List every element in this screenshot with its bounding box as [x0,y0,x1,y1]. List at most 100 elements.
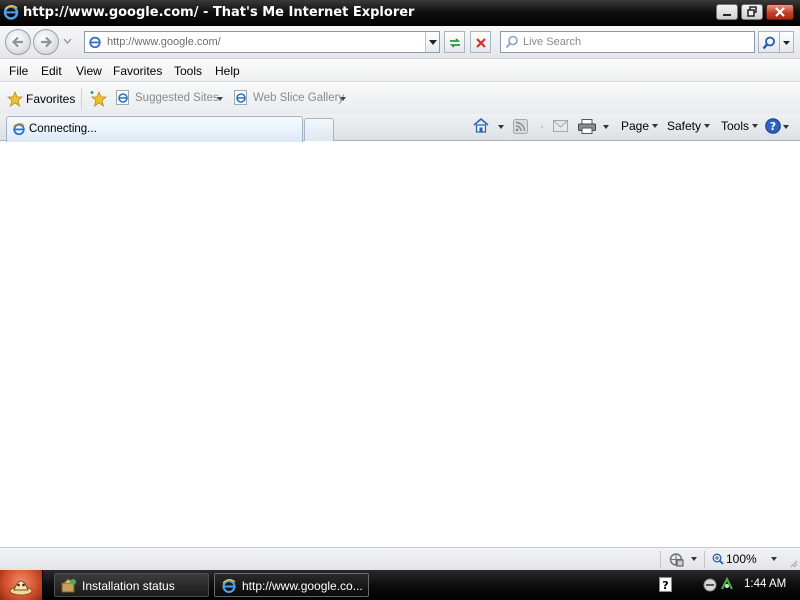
menu-bar: File Edit View Favorites Tools Help [0,60,800,82]
home-dropdown[interactable] [498,125,504,129]
tools-menu-button[interactable]: Tools [721,119,759,133]
star-icon [6,90,24,110]
safety-menu-button[interactable]: Safety [667,119,711,133]
navigation-bar: http://www.google.com/ Live Search [0,26,800,59]
title-bar[interactable]: http://www.google.com/ - That's Me Inter… [0,0,800,26]
protected-mode-icon [669,553,684,567]
start-button[interactable] [0,570,43,600]
safety-menu-label: Safety [667,119,702,133]
refresh-icon [449,38,460,48]
web-slice-gallery-label: Web Slice Gallery [253,92,345,104]
page-icon [88,35,102,52]
resize-grip-icon[interactable] [788,558,798,568]
help-button[interactable]: ? [765,118,781,137]
zoom-icon [712,553,724,568]
print-icon [578,119,596,134]
page-menu-label: Page [621,119,650,133]
window-title: http://www.google.com/ - That's Me Inter… [23,5,415,20]
print-button[interactable] [578,119,596,137]
ie-page-icon [116,90,130,108]
add-to-favorites-bar-button[interactable] [90,90,108,110]
protected-mode-dropdown[interactable] [691,557,697,561]
menu-help[interactable]: Help [215,64,240,78]
menu-favorites[interactable]: Favorites [113,64,162,78]
favorites-bar: Favorites Suggested Sites Web Slice Gall… [0,83,800,114]
chevron-down-icon [652,124,659,128]
svg-text:?: ? [662,579,668,592]
menu-tools[interactable]: Tools [174,64,202,78]
taskbar-item-internet-explorer[interactable]: http://www.google.co... [214,573,369,597]
back-arrow-icon [11,36,23,48]
stop-icon [475,38,486,48]
read-mail-button[interactable] [553,120,568,135]
zoom-label: 100% [726,552,757,566]
address-field[interactable]: http://www.google.com/ [84,31,440,53]
status-separator [704,551,705,568]
svg-text:?: ? [770,120,776,133]
new-tab-button[interactable] [304,118,334,141]
status-bar: 100% [0,547,800,570]
address-url[interactable]: http://www.google.com/ [107,36,221,48]
chevron-down-icon [217,97,223,101]
system-tray: ? 1:44 AM [650,570,800,600]
forward-button[interactable] [33,29,59,55]
forward-arrow-icon [41,36,53,48]
page-menu-button[interactable]: Page [621,119,659,133]
tab-active[interactable]: Connecting... [6,116,303,142]
favorites-label: Favorites [26,92,76,106]
search-options-dropdown[interactable] [780,31,794,53]
minimize-button[interactable] [716,4,738,20]
feeds-dropdown[interactable] [540,125,544,129]
ie-logo-icon [3,4,19,23]
search-field[interactable]: Live Search [500,31,755,53]
taskbar-item-installation-status[interactable]: Installation status [54,573,209,597]
back-button[interactable] [5,29,31,55]
help-tray-icon[interactable]: ? [659,577,672,595]
print-dropdown[interactable] [603,125,609,129]
stop-button[interactable] [470,31,491,53]
tab-label: Connecting... [29,123,97,135]
menu-file[interactable]: File [9,64,28,78]
network-tray-icon[interactable] [720,576,734,595]
status-separator [660,551,661,568]
suggested-sites-label: Suggested Sites [135,92,219,104]
menu-view[interactable]: View [76,64,102,78]
read-mail-icon [553,120,568,132]
start-logo-icon [9,580,33,596]
tab-and-command-bar: Connecting... Page Safety Tools ? [0,114,800,142]
search-icon [762,36,775,50]
home-button[interactable] [472,117,490,137]
ie-logo-icon [221,578,237,597]
taskbar-item-label: http://www.google.co... [242,579,363,593]
ie-page-icon [234,90,248,108]
menu-edit[interactable]: Edit [41,64,62,78]
taskbar-item-label: Installation status [82,579,175,593]
chevron-down-icon [752,124,759,128]
taskbar: Installation status http://www.google.co… [0,570,800,600]
help-icon: ? [765,118,781,134]
chevron-down-icon [704,124,711,128]
home-icon [473,117,489,133]
search-button[interactable] [758,31,780,53]
search-icon [505,35,519,52]
clock[interactable]: 1:44 AM [744,578,786,590]
rss-feed-icon [513,119,528,134]
installer-icon [61,578,77,597]
address-dropdown-button[interactable] [425,32,439,52]
favorites-button[interactable]: Favorites [4,88,83,110]
restore-button[interactable] [741,4,763,20]
feeds-button[interactable] [513,119,528,137]
messenger-tray-icon[interactable] [703,578,717,595]
close-window-button[interactable] [766,4,794,20]
protected-mode-button[interactable] [668,552,684,570]
tools-menu-label: Tools [721,119,750,133]
chevron-down-icon [340,97,346,101]
page-content-area[interactable] [0,142,800,547]
ie-logo-icon [12,122,26,139]
refresh-button[interactable] [444,31,465,53]
help-dropdown[interactable] [783,125,789,129]
recent-pages-dropdown[interactable] [63,38,72,44]
search-placeholder: Live Search [523,36,582,48]
zoom-dropdown[interactable] [771,557,777,561]
add-favorite-icon [90,90,108,107]
